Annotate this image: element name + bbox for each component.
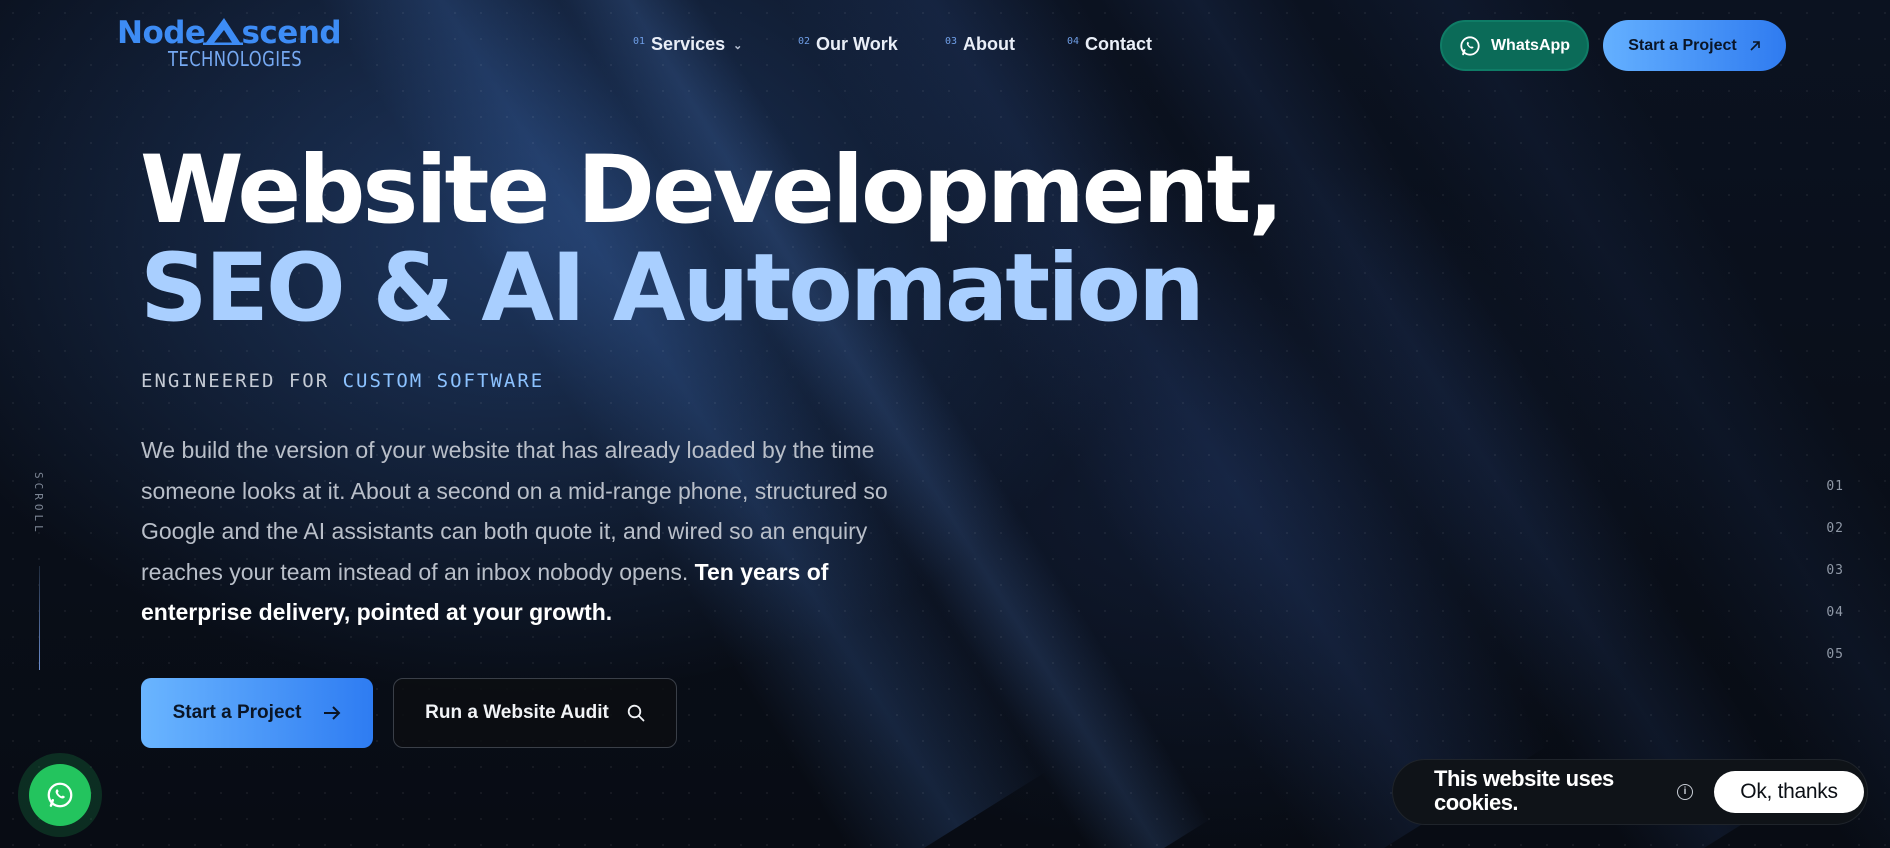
nav-item-our-work[interactable]: 02 Our Work	[798, 34, 898, 55]
start-project-header-button[interactable]: Start a Project	[1603, 20, 1786, 71]
scroll-indicator-line	[39, 566, 40, 670]
website-audit-label: Run a Website Audit	[425, 702, 609, 723]
arrow-right-icon	[324, 706, 341, 720]
logo-word-node: Node	[117, 15, 206, 51]
nav-number: 02	[798, 36, 811, 47]
section-index-04[interactable]: 04	[1826, 605, 1844, 620]
section-index-02[interactable]: 02	[1826, 521, 1844, 536]
nav-item-contact[interactable]: 04 Contact	[1067, 34, 1152, 55]
brand-logo[interactable]: Node scend TECHNOLOGIES	[117, 15, 347, 71]
nav-label: Contact	[1085, 34, 1153, 54]
whatsapp-icon	[47, 782, 73, 808]
logo-word-scend: scend	[241, 15, 342, 51]
kicker-accent: CUSTOM SOFTWARE	[342, 370, 545, 392]
scroll-indicator-label: SCROLL	[32, 472, 45, 536]
arrow-up-right-icon	[1750, 40, 1760, 51]
section-index-01[interactable]: 01	[1826, 479, 1844, 494]
hero-title: Website Development, SEO & AI Automation	[140, 136, 1284, 343]
search-icon	[627, 704, 645, 722]
nav-label: Our Work	[816, 34, 898, 54]
whatsapp-icon	[1460, 35, 1480, 56]
logo-peak-icon	[203, 18, 244, 45]
section-index-05[interactable]: 05	[1826, 647, 1844, 662]
start-project-header-label: Start a Project	[1628, 36, 1737, 54]
start-project-label: Start a Project	[172, 702, 302, 723]
whatsapp-button-label: WhatsApp	[1490, 36, 1571, 54]
cookie-accept-button[interactable]: Ok, thanks	[1714, 771, 1864, 813]
logo-wordmark: Node scend	[117, 15, 347, 51]
section-index-03[interactable]: 03	[1826, 563, 1844, 578]
nav-number: 03	[945, 36, 958, 47]
whatsapp-floating-circle	[29, 764, 91, 826]
whatsapp-button[interactable]: WhatsApp	[1440, 20, 1589, 71]
kicker-prefix: ENGINEERED FOR	[141, 370, 330, 392]
nav-label: Services	[651, 34, 726, 54]
cookie-message: This website uses cookies.	[1434, 766, 1614, 815]
nav-label: About	[963, 34, 1016, 54]
chevron-down-icon: ⌄	[733, 40, 743, 52]
hero-title-line2: SEO & AI Automation	[140, 234, 1205, 343]
whatsapp-floating-button[interactable]	[18, 753, 102, 837]
nav-item-about[interactable]: 03 About	[945, 34, 1015, 55]
nav-item-services[interactable]: 01 Services ⌄	[633, 34, 742, 55]
nav-number: 01	[633, 36, 646, 47]
hero-description: We build the version of your website tha…	[141, 430, 941, 633]
logo-subtitle: TECHNOLOGIES	[168, 47, 303, 71]
website-audit-button[interactable]: Run a Website Audit	[393, 678, 677, 748]
hero-kicker: ENGINEERED FOR CUSTOM SOFTWARE	[141, 370, 544, 392]
info-icon[interactable]: i	[1677, 784, 1693, 800]
start-project-button[interactable]: Start a Project	[141, 678, 373, 748]
hero-title-line1: Website Development,	[140, 136, 1284, 245]
cookie-banner: This website uses cookies. i Ok, thanks	[1392, 759, 1868, 825]
nav-number: 04	[1067, 36, 1080, 47]
